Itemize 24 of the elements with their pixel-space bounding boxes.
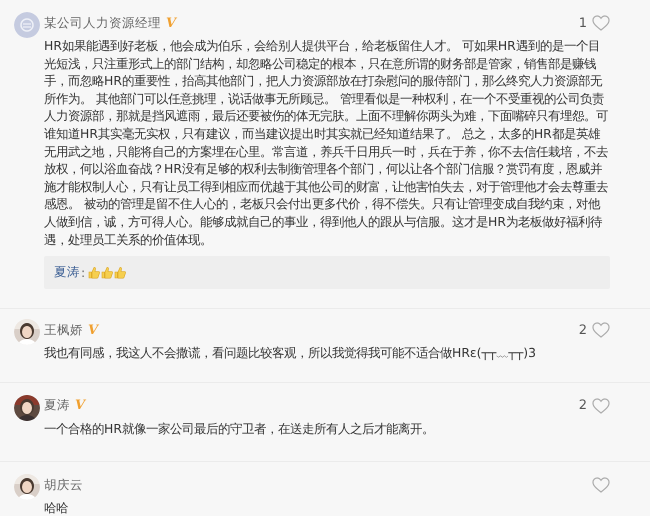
default-avatar-icon: [14, 12, 40, 38]
like-count: 1: [578, 16, 587, 30]
comment-text: 哈哈: [44, 499, 69, 516]
like-count: 2: [578, 322, 587, 338]
thumbs-up-icon: [88, 266, 100, 280]
verified-mark-label: V: [88, 322, 98, 338]
user-name[interactable]: 胡庆云: [44, 476, 83, 494]
comment-text: HR如果能遇到好老板，他会成为伯乐，会给别人提供平台，给老板留住人才。 可如果HR遇到的是一个目光短浅，只注重形式上的部门结构，却忽略公司稳定的根本，只在意所谓的财务部是管家，销售部是赚钱手，而忽略HR的重要性，抬高其他部门，把人力资源部放在打杂慰问的服侍部门，那么终究人力资源部无所作为。 其他部门可以任意挑理，说话做事无所顾忌。 管理看似是一种权利，在一个不受重视的公司负责人力资源部，那就是挡风遮雨，最后还要被伤的体无完肤。上面不理解你两头为难，下面嘴碎只有埋怨。可谁知道HR其实毫无实权，只有建议，而当建议提出时其实就已经知道结果了。 总之，太多的HR都是英雄无用武之地，只能将自己的方案埋在心里。常言道，养兵千日用兵一时，兵在于养，你不去信任栽培，不去放权，何以浴血奋战？HR没有足够的权利去制衡管理各个部门，何以让各个部门信服？赏罚有度，恩威并施才能权制人心，只有让员工得到相应而优越于其他公司的财富，让他害怕失去，对于管理他才会去尊重去感恩。 被动的管理是留不住人心的，老板只会付出更多代价，得不偿失。只有让管理变成自我约束，对他人做到信，诚，方可得人心。能够成就自己的事业，得到他人的跟从与信服。这才是HR为老板做好福利待遇，处理员工关系的价值体现。: [44, 37, 609, 248]
thumbs-up-icon: [114, 266, 126, 280]
like-count: 2: [578, 398, 587, 414]
verified-mark-label: V: [166, 16, 176, 30]
comment-text: 我也有同感，我这人不会撒谎，看问题比较客观，所以我觉得我可能不适合做HRε(┬┬﹏┬┬)3: [44, 344, 538, 362]
thumbs-up-icon: [101, 266, 114, 280]
heart-icon[interactable]: [592, 398, 610, 414]
heart-icon[interactable]: [592, 477, 610, 494]
comment-text: 一个合格的HR就像一家公司最后的守卫者，在送走所有人之后才能离开。: [44, 420, 435, 438]
user-name[interactable]: 某公司人力资源经理: [44, 14, 161, 32]
user-name[interactable]: 王枫娇: [44, 322, 83, 339]
heart-icon[interactable]: [592, 322, 610, 338]
reply-separator: :: [81, 265, 86, 280]
reply-author[interactable]: 夏涛: [54, 264, 80, 282]
verified-mark-label: V: [75, 398, 86, 414]
heart-icon[interactable]: [592, 15, 610, 31]
user-name[interactable]: 夏涛: [44, 397, 70, 414]
